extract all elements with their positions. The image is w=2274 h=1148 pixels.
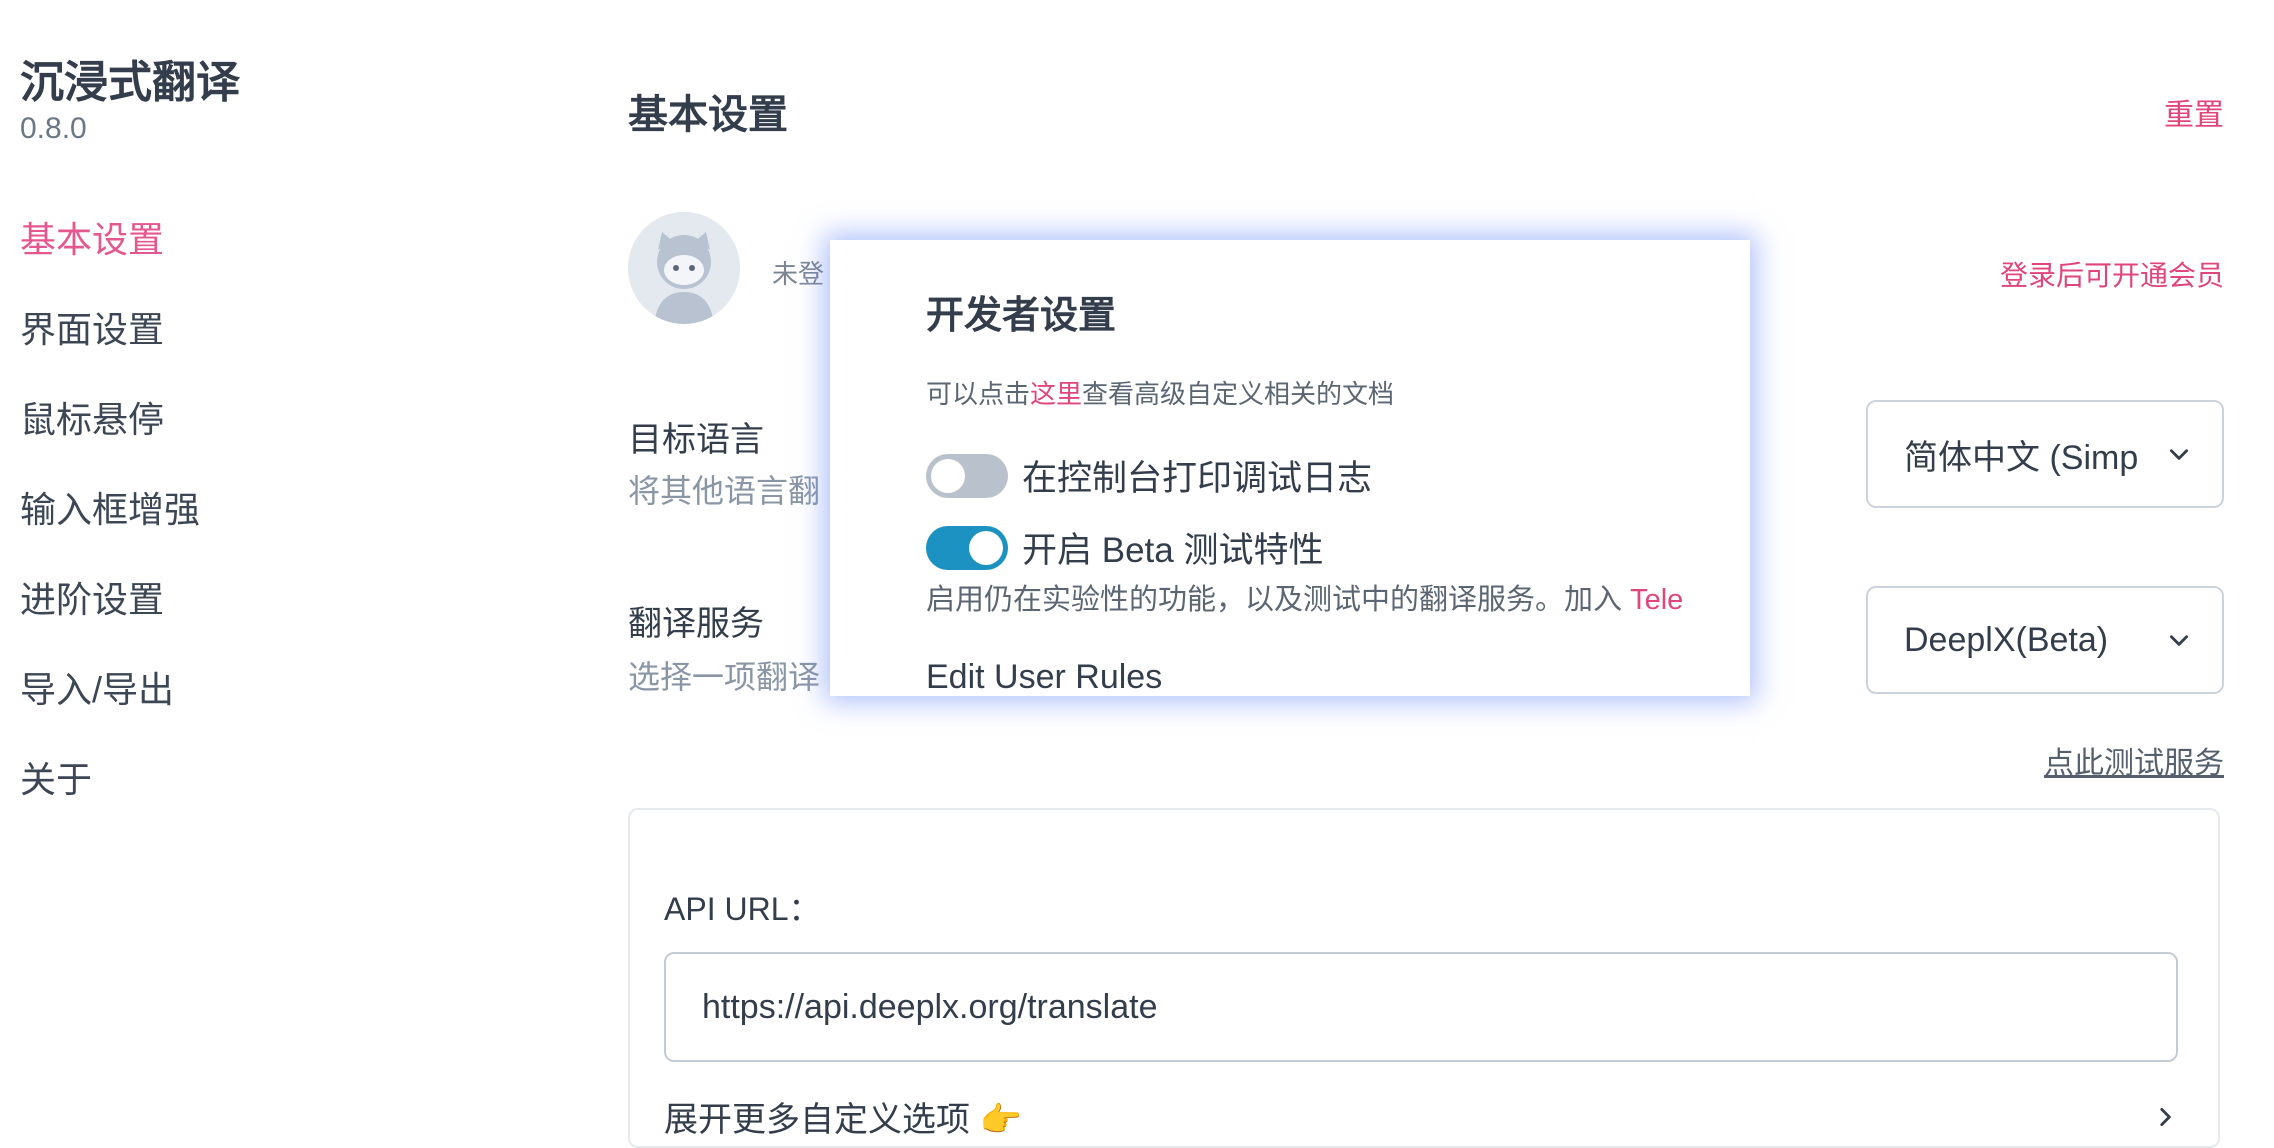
login-status: 未登 bbox=[772, 259, 825, 289]
expand-options-row[interactable]: 展开更多自定义选项 👉 bbox=[664, 1092, 2178, 1141]
expand-options-label: 展开更多自定义选项 👉 bbox=[664, 1101, 1022, 1139]
debug-log-label: 在控制台打印调试日志 bbox=[1022, 459, 1373, 498]
api-url-label: API URL： bbox=[664, 891, 821, 927]
chevron-down-icon bbox=[2170, 635, 2188, 646]
sidebar-item-basic[interactable]: 基本设置 bbox=[20, 192, 320, 282]
chevron-right-icon bbox=[2160, 1107, 2171, 1126]
reset-button[interactable]: 重置 bbox=[2164, 90, 2224, 134]
target-language-label: 目标语言 bbox=[628, 421, 764, 459]
translation-service-label: 翻译服务 bbox=[628, 605, 764, 643]
translation-service-description: 选择一项翻译 bbox=[628, 659, 821, 695]
beta-features-label: 开启 Beta 测试特性 bbox=[1022, 531, 1324, 570]
api-url-input[interactable] bbox=[664, 952, 2178, 1062]
target-language-select[interactable]: 简体中文 (Simp bbox=[1866, 400, 2224, 508]
app-version: 0.8.0 bbox=[20, 112, 87, 145]
beta-description: 启用仍在实验性的功能，以及测试中的翻译服务。加入 Tele bbox=[926, 576, 1683, 618]
sidebar-item-interface[interactable]: 界面设置 bbox=[20, 282, 320, 372]
target-language-description: 将其他语言翻 bbox=[628, 473, 821, 509]
test-service-link[interactable]: 点此测试服务 bbox=[2044, 738, 2224, 782]
dialog-doc-text: 可以点击这里查看高级自定义相关的文档 bbox=[926, 374, 1394, 411]
doc-prefix: 可以点击 bbox=[926, 379, 1031, 409]
member-login-link[interactable]: 登录后可开通会员 bbox=[2000, 254, 2224, 294]
avatar-icon bbox=[628, 212, 740, 324]
debug-log-toggle[interactable] bbox=[926, 453, 1008, 498]
target-language-value: 简体中文 (Simp bbox=[1904, 438, 2139, 477]
sidebar-nav: 基本设置 界面设置 鼠标悬停 输入框增强 进阶设置 导入/导出 关于 bbox=[20, 192, 320, 822]
edit-user-rules-link[interactable]: Edit User Rules bbox=[926, 658, 1162, 696]
beta-features-toggle[interactable] bbox=[926, 525, 1008, 570]
sidebar-item-import-export[interactable]: 导入/导出 bbox=[20, 642, 320, 732]
chevron-down-icon bbox=[2170, 449, 2188, 460]
beta-features-setting[interactable]: 开启 Beta 测试特性 bbox=[926, 522, 1323, 573]
sidebar-item-input-enhance[interactable]: 输入框增强 bbox=[20, 462, 320, 552]
translation-service-select[interactable]: DeeplX(Beta) bbox=[1866, 586, 2224, 694]
sidebar-item-hover[interactable]: 鼠标悬停 bbox=[20, 372, 320, 462]
translation-service-value: DeeplX(Beta) bbox=[1904, 620, 2109, 659]
sidebar-item-advanced[interactable]: 进阶设置 bbox=[20, 552, 320, 642]
sidebar-item-about[interactable]: 关于 bbox=[20, 732, 320, 822]
developer-settings-dialog: 开发者设置 可以点击这里查看高级自定义相关的文档 在控制台打印调试日志 开启 B… bbox=[830, 240, 1750, 696]
page-title: 基本设置 bbox=[628, 93, 788, 137]
doc-link[interactable]: 这里 bbox=[1030, 379, 1082, 409]
avatar[interactable] bbox=[628, 212, 740, 324]
debug-log-setting[interactable]: 在控制台打印调试日志 bbox=[926, 450, 1372, 501]
telegram-link[interactable]: Tele bbox=[1630, 584, 1683, 616]
beta-desc-text: 启用仍在实验性的功能，以及测试中的翻译服务。加入 bbox=[926, 584, 1631, 616]
dialog-title: 开发者设置 bbox=[926, 295, 1117, 337]
doc-suffix: 查看高级自定义相关的文档 bbox=[1082, 379, 1395, 409]
app-title: 沉浸式翻译 bbox=[20, 58, 240, 107]
